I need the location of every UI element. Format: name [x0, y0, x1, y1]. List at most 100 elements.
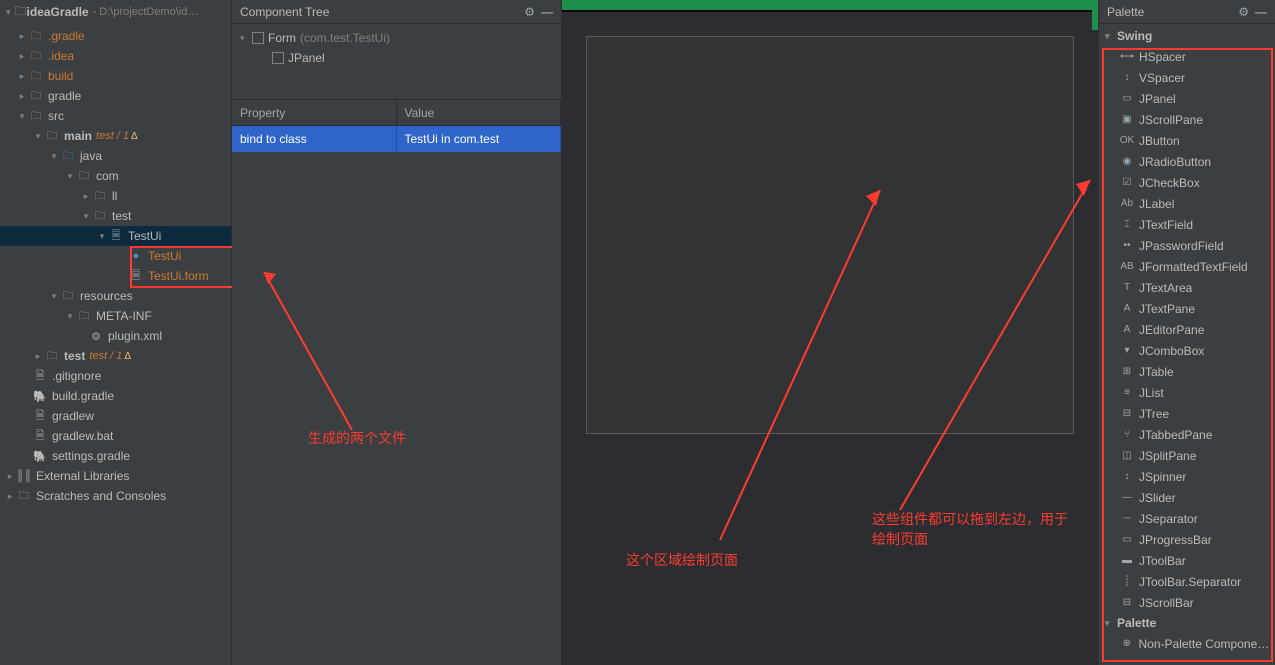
palette-item-jlist[interactable]: ≡JList [1099, 382, 1275, 403]
palette-item-jformattedtextfield[interactable]: ABJFormattedTextField [1099, 256, 1275, 277]
tree-node-metainf[interactable]: ▾🗀META-INF [0, 306, 231, 326]
warn-icon: Δ [124, 351, 131, 362]
component-icon: ⌶ [1119, 219, 1135, 230]
palette-item-jbutton[interactable]: OKJButton [1099, 130, 1275, 151]
folder-icon: 🗀 [28, 47, 44, 66]
palette-item-jprogressbar[interactable]: ▭JProgressBar [1099, 529, 1275, 550]
gear-icon[interactable]: ⚙ [524, 5, 535, 19]
comp-jpanel-row[interactable]: JPanel [232, 48, 561, 68]
property-value: TestUi in com.test [397, 126, 562, 152]
property-row-bind[interactable]: bind to class TestUi in com.test [232, 126, 561, 152]
tree-node-resources[interactable]: ▾🗀resources [0, 286, 231, 306]
tree-node-ll[interactable]: ▸🗀ll [0, 186, 231, 206]
palette-item-jradiobutton[interactable]: ◉JRadioButton [1099, 151, 1275, 172]
palette-item-jscrollpane[interactable]: ▣JScrollPane [1099, 109, 1275, 130]
tree-node-java[interactable]: ▾🗀java [0, 146, 231, 166]
component-icon: ⊞ [1119, 366, 1135, 377]
palette-item-label: JComboBox [1139, 344, 1204, 358]
palette-item-jtextarea[interactable]: TJTextArea [1099, 277, 1275, 298]
palette-item-jseparator[interactable]: ─ JSeparator [1099, 508, 1275, 529]
palette-item-jpasswordfield[interactable]: ••JPasswordField [1099, 235, 1275, 256]
file-icon: 🗎 [32, 407, 48, 426]
component-icon: ↕ [1119, 72, 1135, 83]
palette-item-label: JPanel [1139, 92, 1176, 106]
palette-item-jeditorpane[interactable]: AJEditorPane [1099, 319, 1275, 340]
project-panel: ▾ 🗀 ideaGradle - D:\projectDemo\id… ▸🗀.g… [0, 0, 232, 665]
palette-item-jtextfield[interactable]: ⌶JTextField [1099, 214, 1275, 235]
tree-node-scratches[interactable]: ▸🗀Scratches and Consoles [0, 486, 231, 506]
component-icon: ─ [1119, 513, 1135, 524]
palette-header: Palette ⚙ — [1099, 0, 1275, 24]
palette-item-label: JSpinner [1139, 470, 1186, 484]
tree-node-gradlew-bat[interactable]: 🗎gradlew.bat [0, 426, 231, 446]
palette-item-non-palette[interactable]: ⊕Non-Palette Component… [1099, 633, 1275, 654]
designer-canvas[interactable] [586, 36, 1074, 434]
palette-item-label: JSplitPane [1139, 449, 1196, 463]
project-tree[interactable]: ▸🗀.gradle ▸🗀.idea ▸🗀build ▸🗀gradle ▾🗀src… [0, 24, 231, 665]
component-icon: AB [1119, 261, 1135, 272]
tree-node-gradle-dot[interactable]: ▸🗀.gradle [0, 26, 231, 46]
palette-item-label: HSpacer [1139, 50, 1186, 64]
tree-node-com[interactable]: ▾🗀com [0, 166, 231, 186]
palette-item-jcheckbox[interactable]: ☑JCheckBox [1099, 172, 1275, 193]
palette-item-jslider[interactable]: —JSlider [1099, 487, 1275, 508]
tree-node-testui-group[interactable]: ▾🗏TestUi [0, 226, 231, 246]
palette-item-jcombobox[interactable]: ▾JComboBox [1099, 340, 1275, 361]
palette-item-jpanel[interactable]: ▭ JPanel [1099, 88, 1275, 109]
library-icon: ║║ [16, 470, 32, 482]
palette-item-jspinner[interactable]: ↕ JSpinner [1099, 466, 1275, 487]
folder-icon: 🗀 [44, 127, 60, 146]
gradle-icon: 🐘 [32, 450, 48, 463]
palette-item-vspacer[interactable]: ↕VSpacer [1099, 67, 1275, 88]
tree-node-external-libs[interactable]: ▸║║External Libraries [0, 466, 231, 486]
palette-item-jsplitpane[interactable]: ◫JSplitPane [1099, 445, 1275, 466]
tree-node-idea-dot[interactable]: ▸🗀.idea [0, 46, 231, 66]
folder-icon: 🗀 [44, 347, 60, 366]
palette-item-jtoolbar-separator[interactable]: ┊JToolBar.Separator [1099, 571, 1275, 592]
palette-list[interactable]: ▾Swing ⟷HSpacer↕VSpacer ▭ JPanel ▣JScrollPa… [1099, 24, 1275, 665]
tree-node-settings-gradle[interactable]: 🐘settings.gradle [0, 446, 231, 466]
gear-icon[interactable]: ⚙ [1238, 5, 1249, 19]
palette-item-jtoolbar[interactable]: ▬JToolBar [1099, 550, 1275, 571]
palette-item-hspacer[interactable]: ⟷HSpacer [1099, 46, 1275, 67]
component-icon: ↕ [1119, 471, 1135, 482]
palette-item-jtabbedpane[interactable]: ⑂JTabbedPane [1099, 424, 1275, 445]
jpanel-icon [272, 52, 284, 64]
tree-node-gradlew[interactable]: 🗎gradlew [0, 406, 231, 426]
tree-node-gitignore[interactable]: 🗎.gitignore [0, 366, 231, 386]
component-icon: T [1119, 282, 1135, 293]
project-icon: 🗀 [15, 2, 27, 23]
palette-item-jtextpane[interactable]: AJTextPane [1099, 298, 1275, 319]
palette-group-palette[interactable]: ▾Palette [1099, 613, 1275, 633]
palette-item-label: JToolBar [1139, 554, 1186, 568]
tree-node-main[interactable]: ▾🗀maintest / 1Δ [0, 126, 231, 146]
minimize-icon[interactable]: — [541, 5, 553, 19]
palette-item-jtree[interactable]: ⊟JTree [1099, 403, 1275, 424]
property-col-key: Property [232, 100, 397, 125]
tree-node-test[interactable]: ▾🗀test [0, 206, 231, 226]
folder-icon: 🗀 [60, 147, 76, 166]
tree-node-testui-form[interactable]: 🗏TestUi.form [0, 266, 231, 286]
folder-icon: 🗀 [28, 67, 44, 86]
project-path: - D:\projectDemo\id… [93, 6, 199, 18]
component-tree[interactable]: ▾ Form (com.test.TestUi) JPanel [232, 24, 561, 100]
tree-node-testui-class[interactable]: ●TestUi [0, 246, 231, 266]
palette-item-jscrollbar[interactable]: ⊟JScrollBar [1099, 592, 1275, 613]
component-icon: A [1119, 303, 1135, 314]
tree-node-build[interactable]: ▸🗀build [0, 66, 231, 86]
folder-icon: 🗀 [28, 87, 44, 106]
palette-item-jtable[interactable]: ⊞JTable [1099, 361, 1275, 382]
tree-node-gradle[interactable]: ▸🗀gradle [0, 86, 231, 106]
tree-node-src[interactable]: ▾🗀src [0, 106, 231, 126]
tree-node-build-gradle[interactable]: 🐘build.gradle [0, 386, 231, 406]
palette-item-jlabel[interactable]: AbJLabel [1099, 193, 1275, 214]
palette-item-label: JSeparator [1139, 512, 1198, 526]
comp-form-row[interactable]: ▾ Form (com.test.TestUi) [232, 28, 561, 48]
component-icon: ▭ [1119, 93, 1135, 104]
palette-panel: Palette ⚙ — ▾Swing ⟷HSpacer↕VSpacer ▭ JPan… [1098, 0, 1275, 665]
tree-node-plugin-xml[interactable]: ⚙plugin.xml [0, 326, 231, 346]
palette-group-swing[interactable]: ▾Swing [1099, 26, 1275, 46]
warn-icon: Δ [131, 131, 138, 142]
minimize-icon[interactable]: — [1255, 5, 1267, 19]
tree-node-test-src[interactable]: ▸🗀testtest / 1Δ [0, 346, 231, 366]
